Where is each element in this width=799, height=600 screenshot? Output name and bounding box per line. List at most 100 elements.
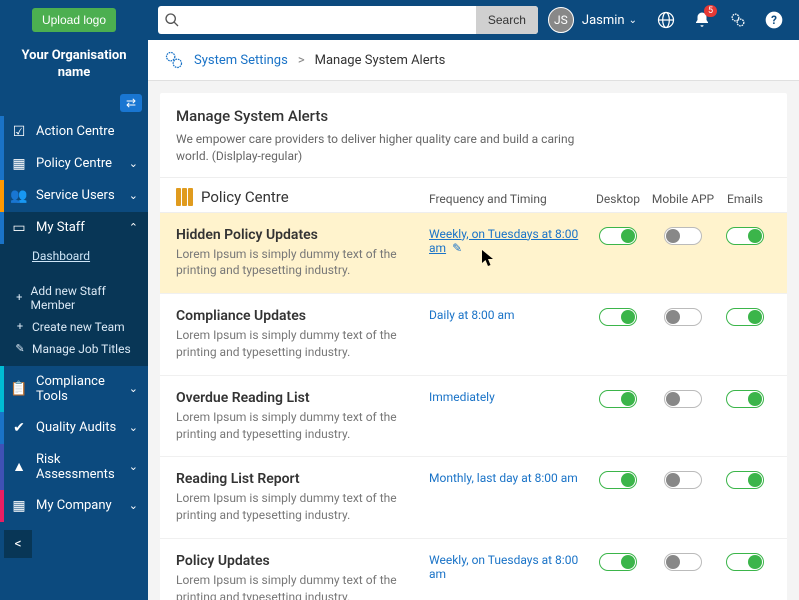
sidebar-sub-dashboard[interactable]: Dashboard	[0, 246, 148, 266]
alert-row: Reading List Report Lorem Ipsum is simply…	[160, 457, 787, 539]
sidebar-item-quality-audits[interactable]: ✔ Quality Audits ⌄	[0, 412, 148, 444]
sidebar-item-policy-centre[interactable]: ▦ Policy Centre ⌄	[0, 148, 148, 180]
pencil-icon: ✎	[14, 342, 26, 355]
sidebar-item-label: Quality Audits	[36, 420, 129, 435]
sidebar-action-label: Create new Team	[32, 320, 125, 334]
chevron-down-icon[interactable]: ⌄	[629, 15, 637, 26]
help-icon[interactable]: ?	[757, 3, 791, 37]
toggle-switch[interactable]	[664, 308, 702, 326]
search-input[interactable]	[186, 13, 476, 28]
sidebar-item-my-staff[interactable]: ▭ My Staff ⌃	[0, 212, 148, 244]
page-description: We empower care providers to deliver hig…	[176, 131, 576, 165]
id-icon: ▭	[10, 220, 28, 236]
toggle-mobile	[647, 308, 719, 326]
search-button[interactable]: Search	[476, 6, 538, 34]
user-name[interactable]: Jasmin	[582, 13, 625, 28]
sidebar-item-my-company[interactable]: ▦ My Company ⌄	[0, 490, 148, 522]
alert-frequency[interactable]: Weekly, on Tuesdays at 8:00 am	[429, 553, 589, 581]
main-content: System Settings > Manage System Alerts M…	[148, 40, 799, 600]
warning-icon: ▲	[10, 458, 28, 475]
alert-description: Lorem Ipsum is simply dummy text of the …	[176, 490, 417, 524]
notification-badge: 5	[704, 5, 717, 17]
sidebar-item-service-users[interactable]: 👥 Service Users ⌄	[0, 180, 148, 212]
alert-description: Lorem Ipsum is simply dummy text of the …	[176, 246, 417, 280]
top-actions: JS Jasmin ⌄ 5 ?	[548, 3, 799, 37]
sidebar-action-label: Add new Staff Member	[31, 284, 139, 312]
toggle-switch[interactable]	[726, 308, 764, 326]
sidebar-item-compliance-tools[interactable]: 📋 Compliance Tools ⌄	[0, 366, 148, 412]
alert-frequency[interactable]: Monthly, last day at 8:00 am	[429, 471, 589, 485]
collapse-sidebar-button[interactable]: <	[4, 530, 32, 558]
col-header-emails: Emails	[719, 192, 771, 206]
alert-frequency[interactable]: Immediately	[429, 390, 589, 404]
alert-title: Compliance Updates	[176, 308, 417, 324]
toggle-switch[interactable]	[664, 227, 702, 245]
frequency-link[interactable]: Immediately	[429, 390, 495, 404]
sidebar-item-label: My Company	[36, 498, 129, 513]
chevron-down-icon: ⌄	[129, 157, 138, 170]
sidebar-item-label: Risk Assessments	[36, 452, 129, 482]
alert-title: Policy Updates	[176, 553, 417, 569]
search-wrap: Search	[148, 6, 548, 34]
alert-frequency[interactable]: Weekly, on Tuesdays at 8:00 am✎	[429, 227, 589, 255]
breadcrumb-current: Manage System Alerts	[315, 53, 446, 68]
top-bar: Upload logo Search JS Jasmin ⌄ 5 ?	[0, 0, 799, 40]
avatar[interactable]: JS	[548, 7, 574, 33]
page-header: Manage System Alerts We empower care pro…	[160, 93, 787, 178]
bell-icon[interactable]: 5	[685, 3, 719, 37]
col-header-mobile: Mobile APP	[647, 192, 719, 206]
sidebar-item-label: Policy Centre	[36, 156, 129, 171]
pencil-icon[interactable]: ✎	[452, 241, 462, 255]
section-header: Policy Centre Frequency and Timing Deskt…	[160, 178, 787, 213]
frequency-link[interactable]: Weekly, on Tuesdays at 8:00 am	[429, 553, 578, 581]
plus-icon: +	[14, 291, 25, 304]
org-name: Your Organisation name	[0, 40, 148, 94]
page-title: Manage System Alerts	[176, 107, 771, 125]
toggle-mobile	[647, 227, 719, 245]
toggle-desktop	[589, 471, 647, 489]
toggle-switch[interactable]	[664, 553, 702, 571]
toggle-switch[interactable]	[599, 390, 637, 408]
alert-title: Overdue Reading List	[176, 390, 417, 406]
alert-title: Reading List Report	[176, 471, 417, 487]
sidebar-item-action-centre[interactable]: ☑ Action Centre	[0, 116, 148, 148]
toggle-switch[interactable]	[664, 471, 702, 489]
toggle-switch[interactable]	[664, 390, 702, 408]
check-circle-icon: ✔	[10, 420, 28, 436]
toggle-mobile	[647, 553, 719, 571]
toggle-switch[interactable]	[726, 471, 764, 489]
breadcrumb-root[interactable]: System Settings	[194, 53, 288, 68]
frequency-link[interactable]: Monthly, last day at 8:00 am	[429, 471, 578, 485]
sidebar-action-create-team[interactable]: +Create new Team	[0, 316, 148, 338]
sidebar: Your Organisation name ⇄ ☑ Action Centre…	[0, 40, 148, 600]
sidebar-action-manage-titles[interactable]: ✎ Manage Job Titles	[0, 338, 148, 360]
frequency-link[interactable]: Daily at 8:00 am	[429, 308, 515, 322]
sidebar-item-risk-assessments[interactable]: ▲ Risk Assessments ⌄	[0, 444, 148, 490]
toggle-emails	[719, 390, 771, 408]
alert-row: Hidden Policy Updates Lorem Ipsum is simp…	[160, 213, 787, 295]
toggle-switch[interactable]	[599, 227, 637, 245]
search-box: Search	[158, 6, 538, 34]
toggle-switch[interactable]	[599, 471, 637, 489]
toggle-switch[interactable]	[599, 308, 637, 326]
toggle-switch[interactable]	[726, 227, 764, 245]
settings-icon[interactable]	[721, 3, 755, 37]
globe-icon[interactable]	[649, 3, 683, 37]
sidebar-action-label: Manage Job Titles	[32, 342, 131, 356]
toggle-switch[interactable]	[599, 553, 637, 571]
col-header-desktop: Desktop	[589, 192, 647, 206]
col-header-frequency: Frequency and Timing	[429, 192, 589, 206]
chevron-down-icon: ⌄	[129, 382, 138, 395]
chevron-up-icon: ⌃	[129, 221, 138, 234]
docs-icon	[176, 188, 193, 206]
sidebar-action-add-staff[interactable]: + Add new Staff Member	[0, 280, 148, 316]
alert-title: Hidden Policy Updates	[176, 227, 417, 243]
alert-frequency[interactable]: Daily at 8:00 am	[429, 308, 589, 322]
toggle-switch[interactable]	[726, 390, 764, 408]
section-title: Policy Centre	[201, 188, 429, 206]
my-staff-submenu: Dashboard + Add new Staff Member +Create …	[0, 244, 148, 366]
toggle-switch[interactable]	[726, 553, 764, 571]
cursor-icon	[481, 249, 497, 267]
upload-logo-button[interactable]: Upload logo	[32, 8, 116, 32]
swap-icon[interactable]: ⇄	[120, 94, 142, 112]
